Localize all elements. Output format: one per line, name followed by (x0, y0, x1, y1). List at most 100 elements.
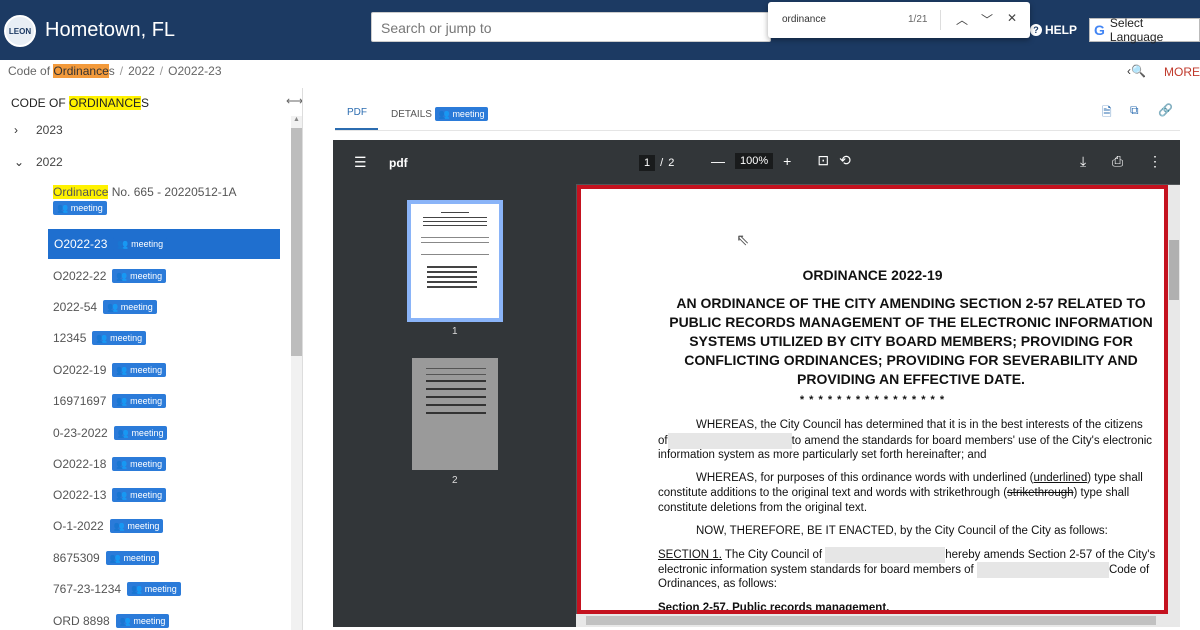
zoom-level[interactable]: 100% (735, 152, 774, 169)
thumbnail-label: 2 (452, 475, 458, 486)
tab-pdf[interactable]: PDF (347, 107, 367, 118)
thumb-text-line (426, 380, 486, 382)
whereas-2-line-3: constitute deletions from the original t… (658, 502, 868, 514)
fit-page-icon[interactable]: ⊡ (817, 152, 829, 169)
thumb-text-line (421, 237, 489, 238)
zoom-in-icon[interactable]: + (783, 153, 791, 169)
thumb-text-line (423, 217, 487, 218)
sidebar-scrollbar-thumb[interactable] (291, 128, 302, 356)
sidebar-item[interactable]: O2022-18 👥 meeting (53, 457, 167, 471)
sidebar-title: CODE OF ORDINANCES (11, 96, 149, 110)
open-external-icon[interactable]: ⧉ (1130, 103, 1139, 118)
section-heading: SECTION 1. (658, 549, 722, 562)
breadcrumb: Code of Ordinances / 2022 / O2022-23 (8, 64, 222, 78)
sidebar-item[interactable]: Ordinance No. 665 - 20220512-1A 👥 meetin… (53, 185, 236, 215)
page-thumbnail-2[interactable] (412, 358, 498, 470)
doc-text: The City Council of (721, 549, 823, 562)
thumb-text-line (426, 374, 486, 375)
scroll-up-icon[interactable]: ▲ (293, 116, 300, 123)
pdf-download-icon[interactable]: 🗎 (1102, 103, 1112, 124)
tree-node-2022[interactable]: ⌄ 2022 (14, 155, 63, 169)
breadcrumb-code[interactable]: Code of Ordinances (8, 64, 115, 78)
site-title[interactable]: Hometown, FL (45, 19, 175, 42)
print-icon[interactable]: ⎙ (1112, 153, 1123, 170)
meeting-badge: 👥 meeting (112, 269, 167, 283)
sidebar-item[interactable]: O2022-13 👥 meeting (53, 488, 167, 502)
pdf-page: ⇖ ORDINANCE 2022-19 AN ORDINANCE OF THE … (577, 185, 1168, 614)
sidebar-title-text: CODE OF (11, 96, 70, 110)
collapse-sidebar-icon[interactable]: ⟷ (286, 94, 302, 108)
sidebar-item[interactable]: 767-23-1234 👥 meeting (53, 582, 181, 596)
sidebar-item-selected[interactable]: O2022-23 👥 meeting (48, 229, 280, 259)
thumb-text-line (426, 412, 486, 414)
meeting-badge: 👥 meeting (112, 363, 167, 377)
meeting-badge: 👥 meeting (112, 394, 167, 408)
google-icon: G (1094, 22, 1105, 38)
pdf-vertical-scrollbar-thumb[interactable] (1169, 240, 1179, 300)
item-label: O2022-23 (54, 237, 108, 251)
find-prev-icon[interactable]: ︿ (956, 11, 968, 28)
menu-icon[interactable]: ☰ (354, 154, 367, 171)
find-next-icon[interactable]: ﹀ (981, 11, 993, 28)
zoom-controls: — 100% + ⊡ ⟲ (711, 152, 851, 169)
meeting-badge: 👥 meeting (109, 519, 164, 533)
separator-stars: * * * * * * * * * * * * * * * * (799, 394, 946, 406)
city-seal-logo[interactable]: LEON (4, 15, 36, 47)
help-link[interactable]: ? HELP (1030, 23, 1077, 37)
meeting-badge: 👥 meeting (113, 426, 168, 440)
tab-details[interactable]: DETAILS 👥 meeting (391, 107, 489, 121)
mouse-cursor-icon: ⇖ (736, 232, 750, 249)
whereas-2-line-1: WHEREAS, for purposes of this ordinance … (658, 471, 1164, 486)
page-thumbnail-1[interactable] (407, 200, 503, 322)
badge-label: meeting (130, 396, 163, 406)
breadcrumb-current: O2022-23 (168, 64, 222, 78)
sidebar-item[interactable]: ORD 8898 👥 meeting (53, 614, 170, 628)
rotate-icon[interactable]: ⟲ (839, 152, 851, 169)
link-icon[interactable]: 🔗 (1158, 103, 1173, 117)
item-label: 767-23-1234 (53, 582, 122, 596)
sidebar-item[interactable]: 8675309 👥 meeting (53, 551, 160, 565)
meeting-badge: 👥 meeting (112, 488, 167, 502)
badge-label: meeting (452, 109, 485, 119)
find-input[interactable]: ordinance (782, 14, 826, 25)
zoom-out-icon[interactable]: — (711, 153, 725, 169)
section-1-line-2: electronic information system standards … (658, 562, 1164, 578)
thumb-text-line (427, 281, 477, 283)
tree-node-2023[interactable]: › 2023 (14, 123, 63, 137)
language-select[interactable]: G Select Language (1089, 16, 1200, 44)
find-close-icon[interactable]: ✕ (1007, 11, 1017, 25)
doc-text: of (658, 435, 668, 448)
tree-node-label: 2022 (36, 155, 63, 169)
tab-divider (335, 130, 1180, 131)
sidebar-item[interactable]: 16971697 👥 meeting (53, 394, 167, 408)
pdf-horizontal-scrollbar-thumb[interactable] (586, 616, 1156, 625)
find-divider (940, 10, 941, 30)
meeting-badge: 👥 meeting (105, 551, 160, 565)
thumb-text-line (427, 266, 477, 268)
breadcrumb-year[interactable]: 2022 (128, 64, 155, 78)
badge-label: meeting (144, 584, 177, 594)
sidebar-item[interactable]: O2022-19 👥 meeting (53, 363, 167, 377)
item-label: 16971697 (53, 394, 107, 408)
badge-label: meeting (133, 616, 166, 626)
page-total: 2 (668, 157, 675, 169)
meeting-badge: 👥 meeting (115, 614, 170, 628)
sidebar-item[interactable]: O2022-22 👥 meeting (53, 269, 167, 283)
item-label: 0-23-2022 (53, 426, 108, 440)
sidebar-item[interactable]: 2022-54 👥 meeting (53, 300, 157, 314)
page-number-input[interactable]: 1 (639, 155, 656, 171)
search-input[interactable]: Search or jump to (371, 12, 771, 42)
badge-label: meeting (131, 239, 164, 249)
badge-label: meeting (130, 459, 163, 469)
sidebar-item[interactable]: O-1-2022 👥 meeting (53, 519, 164, 533)
sidebar-item[interactable]: 12345 👥 meeting (53, 331, 147, 345)
meeting-badge: 👥 meeting (53, 201, 107, 215)
find-in-page-icon[interactable]: ‹🔍 (1127, 64, 1146, 78)
sidebar-item[interactable]: 0-23-2022 👥 meeting (53, 426, 168, 440)
download-icon[interactable]: ⤓ (1080, 153, 1086, 170)
whereas-2-line-2: constitute additions to the original tex… (658, 486, 1164, 501)
more-button[interactable]: MORE (1164, 65, 1200, 79)
more-actions-icon[interactable]: ⋮ (1148, 153, 1162, 170)
badge-label: meeting (110, 333, 143, 343)
thumb-text-line (423, 225, 487, 226)
